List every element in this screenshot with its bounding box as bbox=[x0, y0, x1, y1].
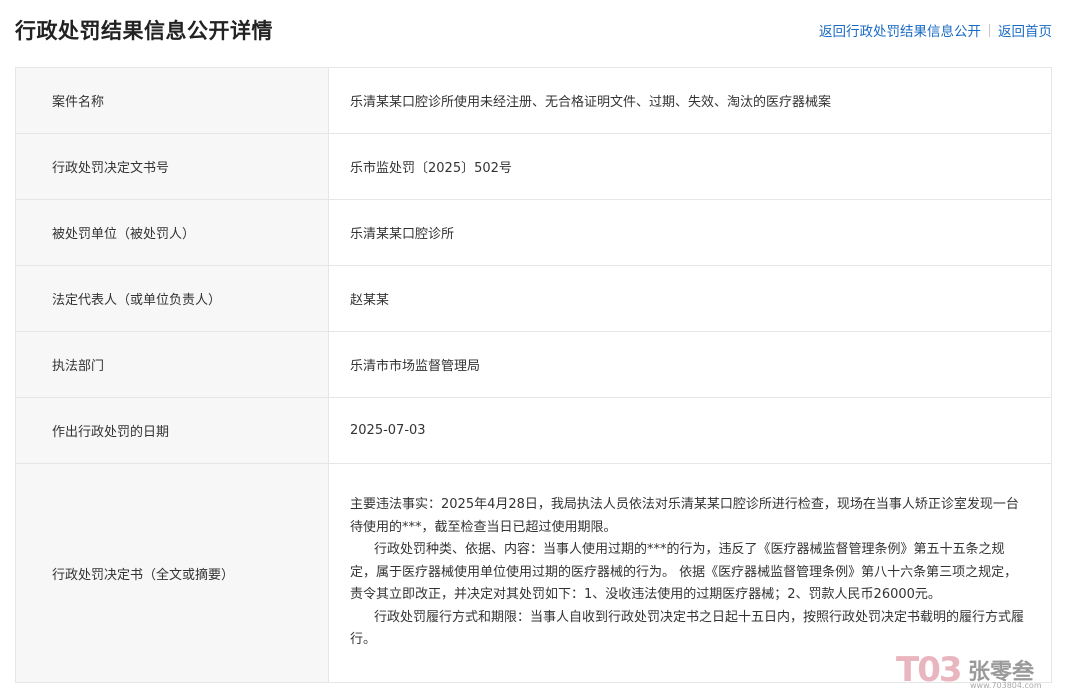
case-name-label: 案件名称 bbox=[15, 67, 329, 134]
table-row: 执法部门 乐清市市场监督管理局 bbox=[15, 331, 1052, 398]
page-header: 行政处罚结果信息公开详情 返回行政处罚结果信息公开 返回首页 bbox=[0, 0, 1067, 62]
top-links: 返回行政处罚结果信息公开 返回首页 bbox=[819, 20, 1052, 40]
penalized-party-label: 被处罚单位（被处罚人） bbox=[15, 199, 329, 266]
decision-document-label: 行政处罚决定书（全文或摘要） bbox=[15, 463, 329, 683]
watermark-url: www.703804.com bbox=[970, 681, 1042, 690]
table-row: 被处罚单位（被处罚人） 乐清某某口腔诊所 bbox=[15, 199, 1052, 266]
watermark-logo: T03 bbox=[896, 650, 963, 690]
link-divider bbox=[989, 23, 990, 37]
document-number-value: 乐市监处罚〔2025〕502号 bbox=[328, 133, 1052, 200]
decision-date-label: 作出行政处罚的日期 bbox=[15, 397, 329, 464]
back-to-list-link[interactable]: 返回行政处罚结果信息公开 bbox=[819, 20, 981, 40]
table-row: 案件名称 乐清某某口腔诊所使用未经注册、无合格证明文件、过期、失效、淘汰的医疗器… bbox=[15, 67, 1052, 134]
site-watermark: T03 张零叁 www.703804.com bbox=[896, 650, 1056, 694]
table-row: 作出行政处罚的日期 2025-07-03 bbox=[15, 397, 1052, 464]
decision-date-value: 2025-07-03 bbox=[328, 397, 1052, 464]
legal-representative-value: 赵某某 bbox=[328, 265, 1052, 332]
case-name-value: 乐清某某口腔诊所使用未经注册、无合格证明文件、过期、失效、淘汰的医疗器械案 bbox=[328, 67, 1052, 134]
back-to-home-link[interactable]: 返回首页 bbox=[998, 20, 1052, 40]
penalty-content-paragraph: 行政处罚种类、依据、内容：当事人使用过期的***的行为，违反了《医疗器械监督管理… bbox=[350, 542, 1018, 603]
enforcement-department-value: 乐清市市场监督管理局 bbox=[328, 331, 1052, 398]
table-row: 法定代表人（或单位负责人） 赵某某 bbox=[15, 265, 1052, 332]
legal-representative-label: 法定代表人（或单位负责人） bbox=[15, 265, 329, 332]
detail-table: 案件名称 乐清某某口腔诊所使用未经注册、无合格证明文件、过期、失效、淘汰的医疗器… bbox=[15, 67, 1052, 683]
penalty-execution-paragraph: 行政处罚履行方式和期限：当事人自收到行政处罚决定书之日起十五日内，按照行政处罚决… bbox=[350, 609, 1025, 648]
table-row: 行政处罚决定文书号 乐市监处罚〔2025〕502号 bbox=[15, 133, 1052, 200]
page-title: 行政处罚结果信息公开详情 bbox=[15, 19, 273, 43]
penalized-party-value: 乐清某某口腔诊所 bbox=[328, 199, 1052, 266]
violation-facts-paragraph: 主要违法事实：2025年4月28日，我局执法人员依法对乐清某某口腔诊所进行检查，… bbox=[350, 497, 1019, 535]
document-number-label: 行政处罚决定文书号 bbox=[15, 133, 329, 200]
enforcement-department-label: 执法部门 bbox=[15, 331, 329, 398]
